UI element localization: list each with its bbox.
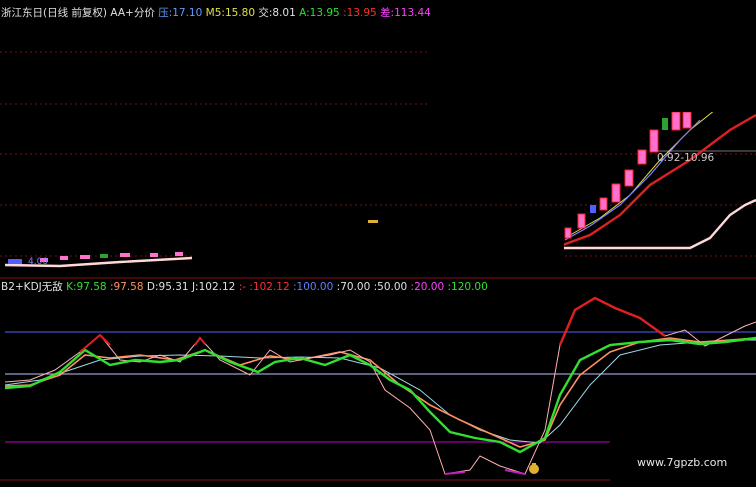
left-annotation: 4.00: [28, 257, 49, 267]
d-label: D: [146, 281, 155, 293]
j-value: 102.12: [198, 281, 236, 293]
cross-label: 交: [258, 7, 269, 19]
level-120: 120.00: [451, 281, 488, 293]
d-value: 95.31: [158, 281, 189, 293]
stock-name: 浙江东日: [1, 7, 43, 19]
watermark: www.7gpzb.com: [637, 456, 728, 469]
occlusion-box-top: [428, 0, 756, 112]
resistance-value: 17.10: [172, 7, 203, 19]
diff-label: 差: [380, 7, 391, 19]
occlusion-box-mid: [192, 223, 564, 263]
sub-header: B2+KDJ无敌 K:97.58 :97.58 D:95.31 J:102.12…: [1, 281, 488, 293]
level-50: 50.00: [377, 281, 408, 293]
diff-value: 113.44: [394, 7, 431, 19]
j-extra: 102.12: [252, 281, 290, 293]
k-label: K: [66, 281, 73, 293]
extra-value: 13.95: [346, 7, 377, 19]
sub-title: B2+KDJ无敌: [1, 281, 63, 293]
small-marker-icon: [368, 220, 378, 223]
ma5-value: 15.80: [224, 7, 255, 19]
ma5-label: M5: [205, 7, 222, 19]
k-value: 97.58: [76, 281, 107, 293]
a-value: 13.95: [309, 7, 340, 19]
cross-value: 8.01: [272, 7, 296, 19]
period-label: (日线 前复权): [43, 7, 108, 19]
resistance-label: 压: [158, 7, 169, 19]
level-20: 20.00: [414, 281, 445, 293]
k-extra: 97.58: [113, 281, 144, 293]
chart-canvas: [0, 0, 756, 487]
price-annotation: 0.92-10.96: [657, 152, 715, 164]
main-header: 浙江东日(日线 前复权) AA+分价 压:17.10 M5:15.80 交:8.…: [1, 7, 431, 19]
indicator-name: AA+分价: [110, 7, 155, 19]
level-100: 100.00: [296, 281, 334, 293]
level-70: 70.00: [340, 281, 371, 293]
